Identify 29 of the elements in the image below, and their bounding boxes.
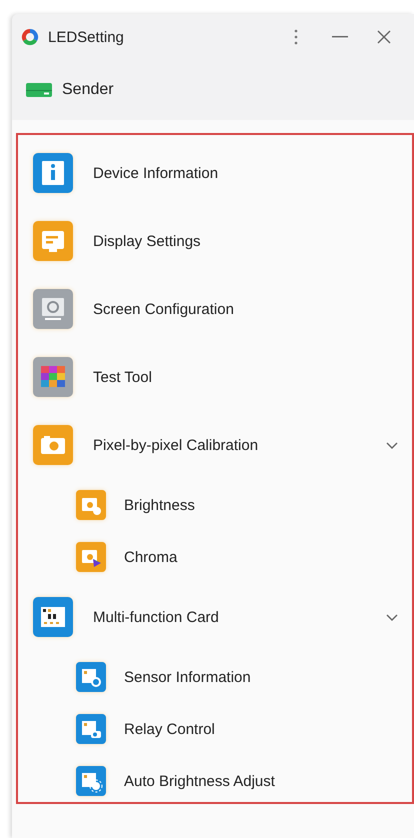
menu-item[interactable]: Test Tool [18,343,412,411]
close-icon [377,30,391,44]
menu-label: Relay Control [124,720,216,738]
menu-label: Sensor Information [124,668,252,686]
menu-item[interactable]: Multi-function Card [18,583,412,651]
menu-item[interactable]: Display Settings [18,207,412,275]
menu-label: Device Information [93,164,220,182]
menu-item[interactable]: Brightness [18,479,412,531]
menu-item[interactable]: Sensor Information [18,651,412,703]
menu-item[interactable]: Device Information [18,139,412,207]
menu-item[interactable]: Auto Brightness Adjust [18,755,412,807]
app-logo-icon [20,27,40,47]
menu-label: Chroma [124,548,178,566]
device-label: Sender [62,81,114,99]
menu-label: Display Settings [93,232,202,250]
window-title: LEDSetting [48,28,125,46]
more-icon [294,29,298,45]
menu-label: Screen Configuration [93,300,235,318]
menu-item[interactable]: Pixel-by-pixel Calibration [18,411,412,479]
menu-label: Test Tool [93,368,153,386]
menu-label: Pixel-by-pixel Calibration [93,436,260,454]
menu-item[interactable]: Screen Configuration [18,275,412,343]
minimize-icon [332,36,348,38]
menu-item[interactable]: Chroma [18,531,412,583]
menu-label: Brightness [124,496,196,514]
menu-label: Multi-function Card [93,608,220,626]
device-icon [26,83,52,97]
menu-label: Auto Brightness Adjust [124,772,276,790]
menu-item[interactable]: Relay Control [18,703,412,755]
